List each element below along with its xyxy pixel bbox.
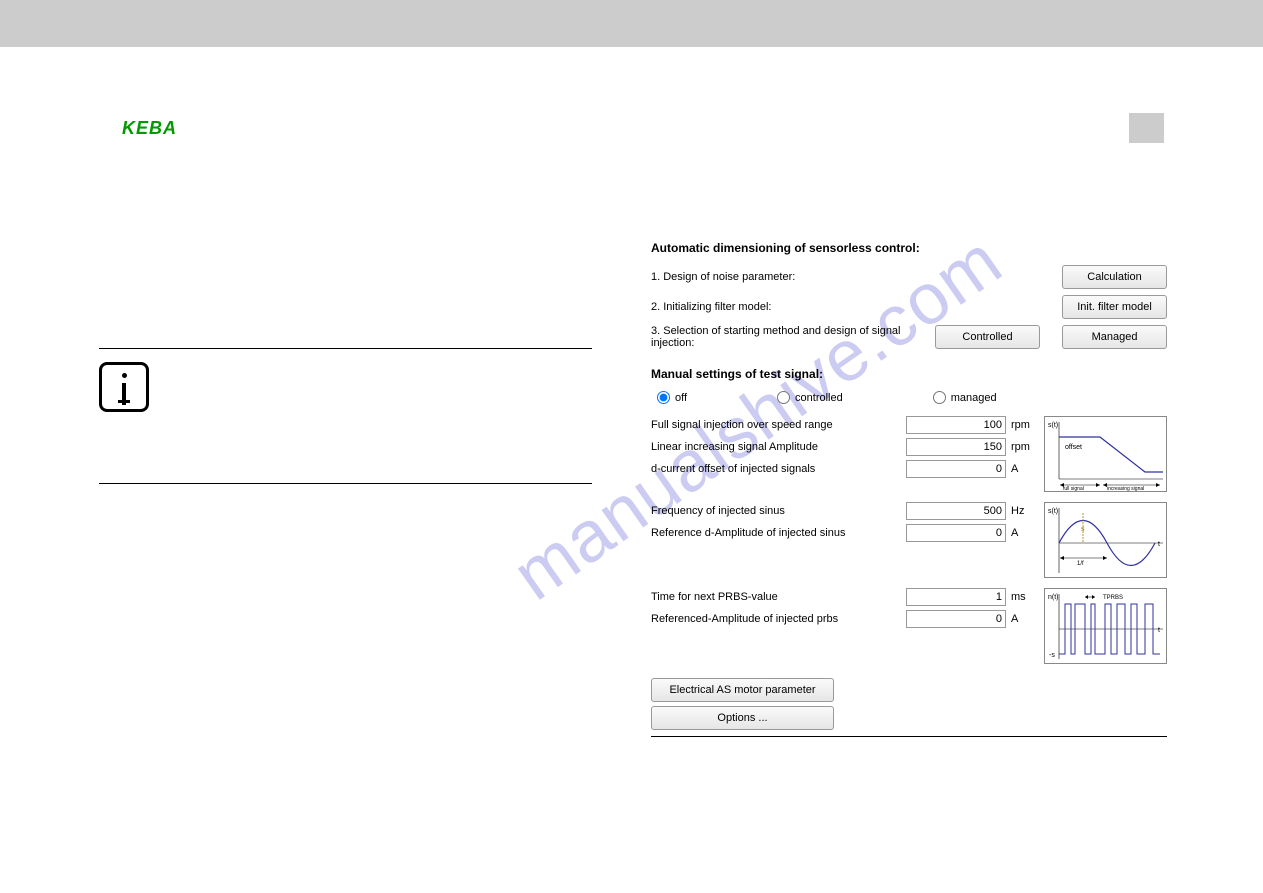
prbs-amp-input[interactable] bbox=[906, 610, 1006, 628]
managed-button[interactable]: Managed bbox=[1062, 325, 1167, 349]
svg-text:increasing signal: increasing signal bbox=[1107, 486, 1144, 491]
radio-off-label: off bbox=[675, 392, 687, 404]
test-signal-radio-group: off controlled managed bbox=[657, 391, 1167, 404]
radio-controlled[interactable]: controlled bbox=[777, 391, 843, 404]
prbs-amp-label: Referenced-Amplitude of injected prbs bbox=[651, 613, 906, 625]
full-signal-unit: rpm bbox=[1006, 419, 1030, 431]
controlled-button[interactable]: Controlled bbox=[935, 325, 1040, 349]
step2-row: 2. Initializing filter model: Init. filt… bbox=[651, 295, 1167, 319]
svg-text:full signal: full signal bbox=[1063, 486, 1084, 491]
svg-text:-s: -s bbox=[1049, 652, 1055, 659]
left-divider-top bbox=[99, 348, 592, 349]
manual-settings-title: Manual settings of test signal: bbox=[651, 367, 1167, 381]
settings-panel: Automatic dimensioning of sensorless con… bbox=[651, 241, 1167, 737]
full-signal-label: Full signal injection over speed range bbox=[651, 419, 906, 431]
svg-text:n(t): n(t) bbox=[1048, 594, 1059, 601]
ref-d-amp-unit: A bbox=[1006, 527, 1030, 539]
diagram-offset-ramp: s(t) offset full signal increasing signa… bbox=[1044, 416, 1167, 492]
ref-d-amp-label: Reference d-Amplitude of injected sinus bbox=[651, 527, 906, 539]
prbs-time-input[interactable] bbox=[906, 588, 1006, 606]
left-divider-bottom bbox=[99, 483, 592, 484]
radio-managed-label: managed bbox=[951, 392, 997, 404]
radio-off-input[interactable] bbox=[657, 391, 670, 404]
options-button[interactable]: Options ... bbox=[651, 706, 834, 730]
d-offset-unit: A bbox=[1006, 463, 1030, 475]
prbs-time-label: Time for next PRBS-value bbox=[651, 591, 906, 603]
step1-row: 1. Design of noise parameter: Calculatio… bbox=[651, 265, 1167, 289]
radio-managed[interactable]: managed bbox=[933, 391, 997, 404]
linear-amp-label: Linear increasing signal Amplitude bbox=[651, 441, 906, 453]
radio-managed-input[interactable] bbox=[933, 391, 946, 404]
electrical-as-motor-button[interactable]: Electrical AS motor parameter bbox=[651, 678, 834, 702]
svg-text:TPRBS: TPRBS bbox=[1103, 595, 1123, 601]
step1-label: 1. Design of noise parameter: bbox=[651, 271, 1062, 283]
svg-text:s(t): s(t) bbox=[1048, 508, 1058, 515]
radio-off[interactable]: off bbox=[657, 391, 687, 404]
param-group-2: Frequency of injected sinus Hz Reference… bbox=[651, 502, 1167, 578]
freq-sinus-label: Frequency of injected sinus bbox=[651, 505, 906, 517]
prbs-amp-unit: A bbox=[1006, 613, 1030, 625]
freq-sinus-unit: Hz bbox=[1006, 505, 1030, 517]
right-panel-divider bbox=[651, 736, 1167, 737]
step3-label: 3. Selection of starting method and desi… bbox=[651, 325, 935, 349]
d-offset-input[interactable] bbox=[906, 460, 1006, 478]
linear-amp-unit: rpm bbox=[1006, 441, 1030, 453]
radio-controlled-input[interactable] bbox=[777, 391, 790, 404]
diagram-sine-wave: s(t) s t 1/f bbox=[1044, 502, 1167, 578]
auto-dimensioning-title: Automatic dimensioning of sensorless con… bbox=[651, 241, 1167, 255]
top-bar bbox=[0, 0, 1263, 47]
step2-label: 2. Initializing filter model: bbox=[651, 301, 1062, 313]
param-group-3: Time for next PRBS-value ms Referenced-A… bbox=[651, 588, 1167, 664]
freq-sinus-input[interactable] bbox=[906, 502, 1006, 520]
init-filter-model-button[interactable]: Init. filter model bbox=[1062, 295, 1167, 319]
header-gray-box bbox=[1129, 113, 1164, 143]
prbs-time-unit: ms bbox=[1006, 591, 1030, 603]
svg-text:1/f: 1/f bbox=[1077, 561, 1084, 567]
svg-text:t: t bbox=[1158, 541, 1160, 548]
d1-offset-text: offset bbox=[1065, 444, 1082, 451]
linear-amp-input[interactable] bbox=[906, 438, 1006, 456]
calculation-button[interactable]: Calculation bbox=[1062, 265, 1167, 289]
full-signal-input[interactable] bbox=[906, 416, 1006, 434]
radio-controlled-label: controlled bbox=[795, 392, 843, 404]
svg-text:t: t bbox=[1158, 627, 1160, 634]
bottom-buttons: Electrical AS motor parameter Options ..… bbox=[651, 678, 1167, 730]
params-block: Full signal injection over speed range r… bbox=[651, 416, 1167, 664]
diagram-prbs: n(t) TPRBS t -s bbox=[1044, 588, 1167, 664]
d-offset-label: d-current offset of injected signals bbox=[651, 463, 906, 475]
info-icon bbox=[99, 362, 149, 412]
param-group-1: Full signal injection over speed range r… bbox=[651, 416, 1167, 492]
step3-row: 3. Selection of starting method and desi… bbox=[651, 325, 1167, 349]
keba-logo: KEBA bbox=[122, 118, 177, 139]
ref-d-amp-input[interactable] bbox=[906, 524, 1006, 542]
svg-text:s(t): s(t) bbox=[1048, 422, 1058, 429]
